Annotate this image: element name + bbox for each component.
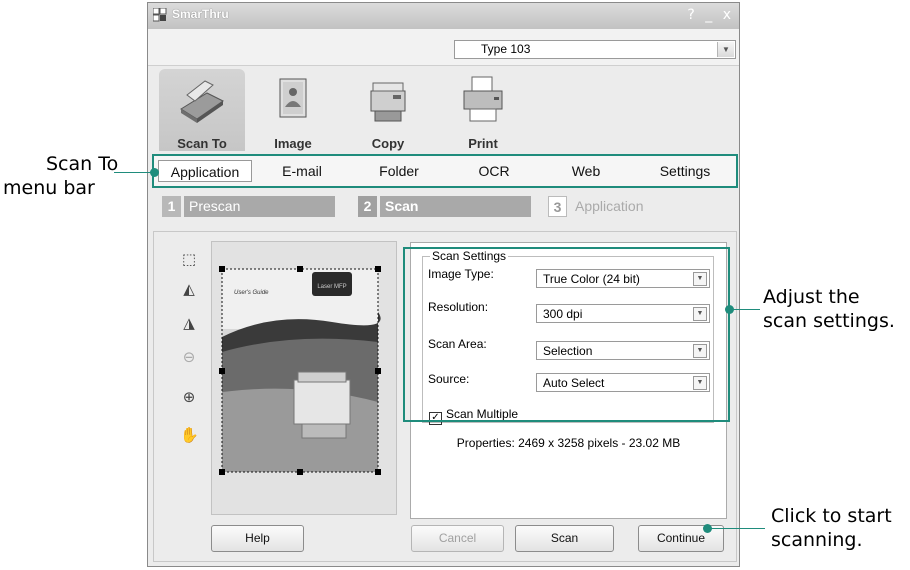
zoom-out-icon[interactable]: ⊖ [180,348,198,366]
tool-print-label: Print [468,136,498,151]
tool-copy[interactable]: Copy [345,69,431,151]
cancel-button[interactable]: Cancel [411,525,504,552]
tool-print[interactable]: Print [440,69,526,151]
continue-leader-dot [703,524,712,533]
doc-badge: Laser MFP [317,284,346,290]
scan-properties: Properties: 2469 x 3258 pixels - 23.02 M… [456,436,681,450]
hand-pan-icon[interactable]: ✋ [180,426,199,444]
step-number: 1 [162,196,181,217]
flip-horizontal-icon[interactable]: ◭ [180,280,198,298]
printer-icon [463,76,503,122]
step-number: 3 [548,196,567,217]
step-label: Application [575,198,644,214]
menu-bar-leader-dot [150,168,159,177]
app-logo-icon [153,8,167,22]
help-icon[interactable]: ? [687,7,694,23]
tool-image-label: Image [274,136,312,151]
continue-leader-line [707,528,765,529]
window-controls: ? _ x [681,7,731,23]
step-application[interactable]: 3 Application [548,196,726,217]
menu-bar-leader-line [114,172,154,173]
callout-scan-to-label: Scan To [46,153,119,175]
scanner-icon [180,80,224,123]
scan-button[interactable]: Scan [515,525,614,552]
select-area-icon[interactable]: ⬚ [180,250,198,268]
callout-click-label: Click to start [771,505,892,527]
tool-scan-to[interactable]: Scan To [159,69,245,151]
preview-panel[interactable]: Laser MFP User's Guide [211,241,397,515]
callout-adjust-label: Adjust the [763,286,860,308]
minimize-icon[interactable]: _ [705,7,712,23]
callout-adjust-label-2: scan settings. [763,310,895,332]
callout-click-label-2: scanning. [771,529,863,551]
copier-icon [370,82,406,122]
step-scan[interactable]: 2 Scan [358,196,536,217]
device-row: Type 103 ▼ [148,29,739,66]
flip-vertical-icon[interactable]: ◮ [180,314,198,332]
device-select[interactable]: Type 103 ▼ [454,40,736,59]
close-icon[interactable]: x [723,7,731,23]
title-bar[interactable]: SmarThru ? _ x [148,3,739,29]
step-prescan[interactable]: 1 Prescan [162,196,340,217]
menu-bar-highlight [152,154,738,188]
tool-image[interactable]: Image [250,69,336,151]
tool-copy-label: Copy [371,136,405,151]
chevron-down-icon[interactable]: ▼ [717,42,734,57]
step-label: Scan [380,196,531,217]
settings-leader-dot [725,305,734,314]
settings-leader-line [730,309,760,310]
zoom-in-icon[interactable]: ⊕ [180,388,198,406]
doc-title: User's Guide [234,290,269,296]
settings-highlight [403,247,730,422]
help-button[interactable]: Help [211,525,304,552]
tool-scan-to-label: Scan To [177,136,227,151]
step-number: 2 [358,196,377,217]
device-select-value: Type 103 [481,42,531,56]
image-icon [279,78,307,118]
preview-document: Laser MFP User's Guide [219,266,381,475]
window-title: SmarThru [172,7,229,21]
callout-menu-bar-label: menu bar [3,177,95,199]
step-label: Prescan [184,196,335,217]
